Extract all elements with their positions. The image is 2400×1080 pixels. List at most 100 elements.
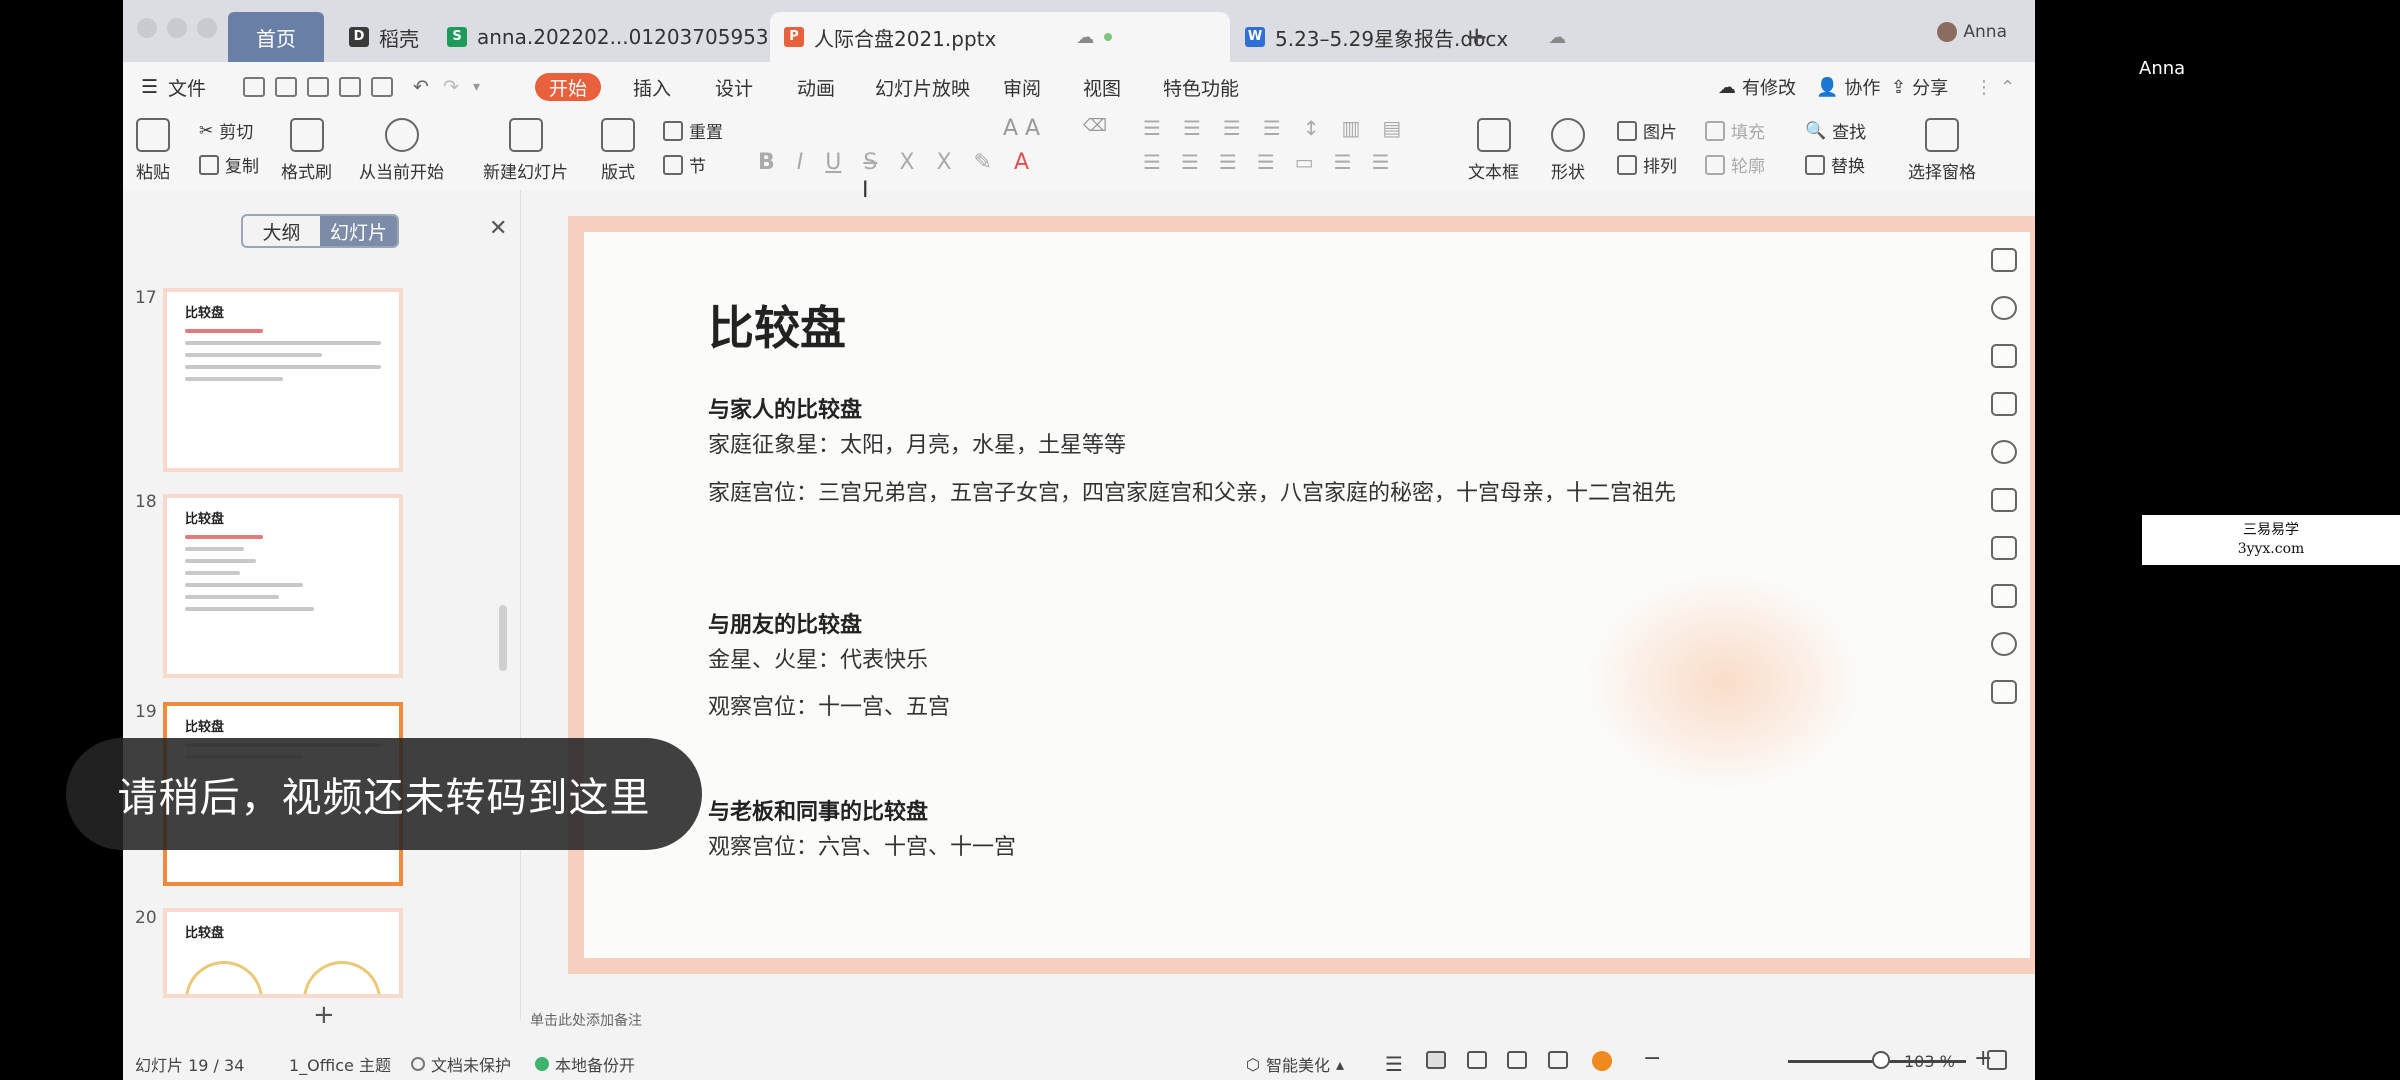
menu-home[interactable]: 开始: [535, 73, 602, 101]
justify-icon[interactable]: ☰: [1257, 150, 1275, 174]
outline-button[interactable]: 轮廓: [1705, 152, 1765, 177]
tab-presentation[interactable]: P 人际合盘2021.pptx ☁: [770, 12, 1230, 62]
subscript-icon[interactable]: X: [936, 150, 951, 175]
history-icon[interactable]: [1991, 632, 2017, 656]
zoom-level[interactable]: 103 %: [1904, 1052, 1955, 1071]
redo-icon[interactable]: ↷: [443, 62, 459, 112]
local-backup[interactable]: 本地备份开: [535, 1052, 635, 1076]
numbering-icon[interactable]: ☰: [1183, 116, 1201, 140]
reading-view-icon[interactable]: [1507, 1051, 1527, 1069]
save-icon[interactable]: [275, 77, 297, 97]
panel-scrollbar[interactable]: [499, 605, 507, 671]
comment-icon[interactable]: [1991, 248, 2017, 272]
section-heading[interactable]: 与家人的比较盘: [708, 392, 862, 424]
notes-toggle-icon[interactable]: ☰: [1385, 1052, 1403, 1076]
font-color-icon[interactable]: A: [1014, 150, 1029, 175]
close-window-button[interactable]: [137, 18, 157, 38]
replace-button[interactable]: 替换: [1805, 152, 1865, 177]
clear-format-icon[interactable]: ⌫: [1083, 116, 1107, 136]
notes-placeholder[interactable]: 单击此处添加备注: [530, 1010, 642, 1030]
close-panel-icon[interactable]: ✕: [489, 216, 507, 241]
font-style-buttons[interactable]: B I U S X X ✎ A: [758, 150, 1029, 175]
maximize-window-button[interactable]: [197, 18, 217, 38]
document-protection[interactable]: 文档未保护: [411, 1052, 511, 1076]
underline-icon[interactable]: U: [825, 150, 841, 175]
image-icon[interactable]: [1991, 680, 2017, 704]
theme-name[interactable]: 1_Office 主题: [289, 1052, 391, 1076]
bold-icon[interactable]: B: [758, 150, 775, 175]
fill-button[interactable]: 填充: [1705, 118, 1765, 143]
text-direction-icon[interactable]: ▤: [1382, 116, 1401, 140]
normal-view-icon[interactable]: [1426, 1051, 1446, 1069]
italic-icon[interactable]: I: [797, 150, 804, 175]
tab-document[interactable]: W 5.23–5.29星象报告.docx ☁: [1231, 12, 1580, 62]
zoom-slider-knob[interactable]: [1871, 1051, 1890, 1069]
modified-button[interactable]: ☁ 有修改: [1718, 62, 1796, 112]
adjust-icon[interactable]: [1991, 584, 2017, 608]
outdent-icon[interactable]: ☰: [1263, 116, 1281, 140]
menu-design[interactable]: 设计: [715, 62, 753, 112]
print-icon[interactable]: [339, 77, 361, 97]
picture-button[interactable]: 图片: [1617, 118, 1677, 143]
tab-spreadsheet[interactable]: S anna.202202...01203705953 ☁: [433, 12, 811, 62]
section-heading[interactable]: 与老板和同事的比较盘: [708, 794, 928, 826]
export-icon[interactable]: [307, 77, 329, 97]
smart-art-icon[interactable]: ☰: [1372, 150, 1390, 174]
slide-sorter-icon[interactable]: [1467, 1051, 1487, 1069]
copy-icon[interactable]: [1991, 488, 2017, 512]
menu-view[interactable]: 视图: [1083, 62, 1121, 112]
superscript-icon[interactable]: X: [899, 150, 914, 175]
align-right-icon[interactable]: ☰: [1219, 150, 1237, 174]
bullets-icon[interactable]: ☰: [1143, 116, 1161, 140]
share-button[interactable]: ⇪ 分享: [1891, 62, 1948, 112]
slides-tab[interactable]: 幻灯片: [320, 216, 397, 246]
fit-window-icon[interactable]: [1987, 1050, 2007, 1070]
strikethrough-icon[interactable]: S: [863, 150, 877, 175]
distribute-icon[interactable]: ▭: [1295, 150, 1314, 174]
slide-thumbnail-17[interactable]: 比较盘: [163, 288, 403, 472]
print-preview-icon[interactable]: [371, 77, 393, 97]
slide-title[interactable]: 比较盘: [708, 292, 846, 358]
layout-button[interactable]: 版式: [601, 118, 635, 183]
menu-slideshow[interactable]: 幻灯片放映: [875, 62, 970, 112]
minimize-window-button[interactable]: [167, 18, 187, 38]
new-slide-button[interactable]: 新建幻灯片: [483, 118, 568, 183]
text-box-button[interactable]: 文本框: [1468, 118, 1519, 183]
add-slide-button[interactable]: +: [313, 1000, 335, 1030]
alignment-buttons[interactable]: ☰ ☰ ☰ ☰ ▭ ☰ ☰: [1143, 150, 1390, 174]
outline-tab[interactable]: 大纲: [243, 216, 320, 246]
reset-button[interactable]: 重置: [663, 118, 723, 143]
tab-home[interactable]: 首页: [228, 12, 324, 62]
menu-special-features[interactable]: 特色功能: [1163, 62, 1239, 112]
arrange-button[interactable]: 排列: [1617, 152, 1677, 177]
menu-animation[interactable]: 动画: [797, 62, 835, 112]
file-menu[interactable]: ☰ 文件: [141, 62, 206, 112]
current-slide[interactable]: 比较盘 与家人的比较盘 家庭征象星：太阳，月亮，水星，土星等等 家庭宫位：三宫兄…: [584, 232, 2030, 958]
collapse-ribbon-icon[interactable]: ⌃: [2000, 62, 2015, 112]
line-spacing-icon[interactable]: ↕: [1303, 116, 1320, 140]
customize-quick-access-icon[interactable]: ▾: [473, 62, 480, 112]
slide-thumbnail-18[interactable]: 比较盘: [163, 494, 403, 678]
section-line[interactable]: 金星、火星：代表快乐: [708, 643, 1768, 679]
font-size-buttons[interactable]: A A: [1003, 116, 1040, 141]
indent-icon[interactable]: ☰: [1223, 116, 1241, 140]
columns-icon[interactable]: ▥: [1342, 116, 1361, 140]
edit-icon[interactable]: [1991, 392, 2017, 416]
selection-pane-button[interactable]: 选择窗格: [1908, 118, 1976, 183]
highlight-icon[interactable]: ✎: [974, 150, 992, 175]
section-heading[interactable]: 与朋友的比较盘: [708, 607, 862, 639]
open-folder-icon[interactable]: [243, 77, 265, 97]
cut-button[interactable]: ✂ 剪切: [199, 118, 253, 144]
new-tab-button[interactable]: +: [1465, 20, 1488, 53]
paste-button[interactable]: 粘贴: [136, 118, 170, 183]
presenter-view-icon[interactable]: [1548, 1051, 1568, 1069]
find-button[interactable]: 🔍 查找: [1805, 118, 1866, 144]
slide-thumbnail-20[interactable]: 比较盘: [163, 908, 403, 998]
more-options-icon[interactable]: ⋮: [1975, 62, 1993, 112]
align-center-icon[interactable]: ☰: [1181, 150, 1199, 174]
paragraph-buttons[interactable]: ☰ ☰ ☰ ☰ ↕ ▥ ▤: [1143, 116, 1401, 140]
star-icon[interactable]: [1991, 536, 2017, 560]
play-slideshow-icon[interactable]: [1592, 1051, 1612, 1071]
shape-button[interactable]: 形状: [1551, 118, 1585, 183]
menu-review[interactable]: 审阅: [1003, 62, 1041, 112]
